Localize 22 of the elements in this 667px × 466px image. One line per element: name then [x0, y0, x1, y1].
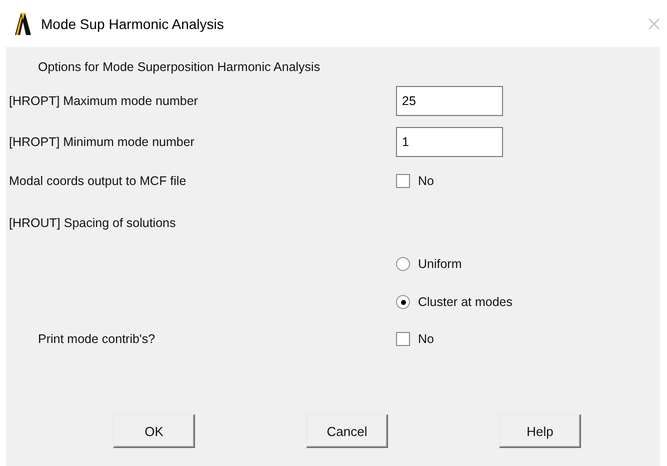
app-logo-icon — [13, 12, 33, 36]
radio-button[interactable] — [396, 257, 410, 271]
radio-label: Uniform — [418, 257, 462, 271]
input-field[interactable]: 1 — [396, 127, 503, 157]
close-icon[interactable] — [648, 18, 660, 30]
section-heading: Options for Mode Superposition Harmonic Analysis — [38, 60, 320, 74]
checkbox-label: No — [418, 174, 434, 188]
field-label: [HROUT] Spacing of solutions — [9, 216, 176, 230]
dialog-button[interactable]: Help — [499, 414, 581, 448]
dialog-button[interactable]: OK — [113, 414, 195, 448]
dialog-button[interactable]: Cancel — [306, 414, 388, 448]
checkbox-label: No — [418, 332, 434, 346]
field-label: Modal coords output to MCF file — [9, 174, 186, 188]
checkbox[interactable] — [396, 174, 410, 188]
input-field[interactable]: 25 — [396, 86, 503, 116]
field-label: [HROPT] Maximum mode number — [9, 94, 198, 108]
radio-button[interactable] — [396, 295, 410, 309]
checkbox[interactable] — [396, 332, 410, 346]
field-label: Print mode contrib's? — [38, 332, 156, 346]
radio-label: Cluster at modes — [418, 295, 512, 309]
field-label: [HROPT] Minimum mode number — [9, 135, 194, 149]
window-title: Mode Sup Harmonic Analysis — [41, 16, 225, 32]
